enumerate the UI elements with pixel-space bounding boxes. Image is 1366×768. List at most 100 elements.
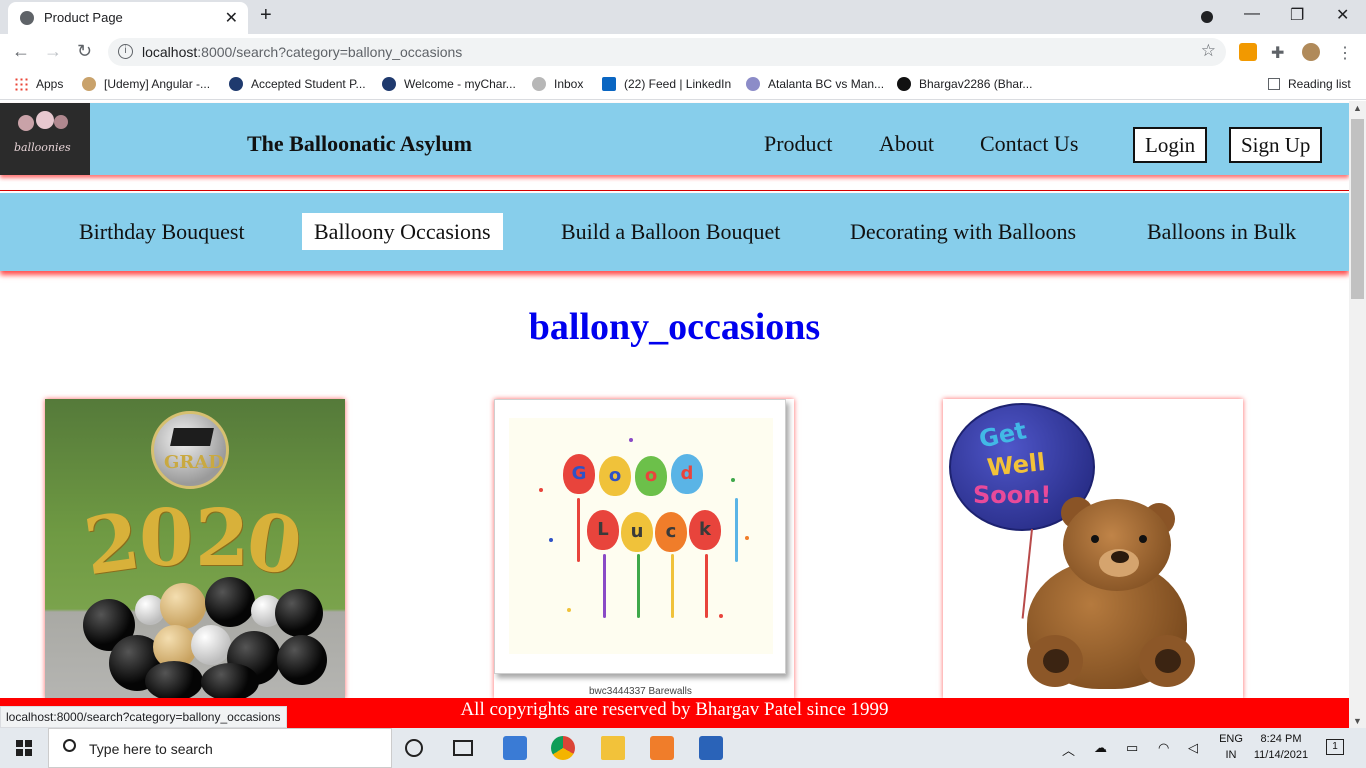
balloon-black <box>275 589 323 637</box>
extensions-puzzle-icon[interactable]: ✚ <box>1271 43 1289 62</box>
signup-button[interactable]: Sign Up <box>1229 127 1323 163</box>
page-scrollbar[interactable]: ▲ ▼ <box>1349 101 1366 728</box>
reload-icon[interactable]: ↻ <box>77 41 92 62</box>
category-build-a-balloon-bouquet[interactable]: Build a Balloon Bouquet <box>561 213 780 250</box>
back-icon[interactable]: ← <box>12 41 30 62</box>
clock-date[interactable]: 11/14/2021 <box>1250 749 1312 761</box>
bookmark-apps[interactable]: Apps <box>14 77 63 91</box>
close-tab-icon[interactable]: ✕ <box>225 8 238 28</box>
letter-balloon: d <box>671 454 703 494</box>
scroll-up-icon[interactable]: ▲ <box>1353 103 1362 113</box>
category-decorating-with-balloons[interactable]: Decorating with Balloons <box>850 213 1076 250</box>
paw-pad <box>1043 649 1069 673</box>
logo-balloon-icon <box>54 115 68 129</box>
site-header: balloonies The Balloonatic Asylum Produc… <box>0 103 1349 175</box>
balloon-black <box>205 577 255 627</box>
linkedin-icon <box>602 77 616 91</box>
powershell-icon[interactable] <box>699 736 723 760</box>
product-card-good-luck[interactable]: G o o d L u c k bwc3444337 Barewalls <box>494 399 794 699</box>
paw-pad <box>1155 649 1181 673</box>
streamer <box>577 498 580 562</box>
confetti <box>731 478 735 482</box>
bookmark-label: Inbox <box>554 77 584 91</box>
restore-icon[interactable]: ❐ <box>1290 5 1304 25</box>
streamer <box>603 554 606 618</box>
balloon-black <box>201 663 259 699</box>
category-heading: ballony_occasions <box>528 306 821 348</box>
browser-tab[interactable]: Product Page ✕ <box>8 2 248 34</box>
bookmark-star-icon[interactable]: ☆ <box>1201 41 1216 61</box>
udemy-icon <box>82 77 96 91</box>
seal-icon <box>382 77 396 91</box>
profile-avatar[interactable] <box>1302 43 1320 61</box>
bookmark-inbox[interactable]: Inbox <box>532 77 583 91</box>
reading-list-icon <box>1268 78 1280 90</box>
new-tab-icon[interactable]: + <box>260 4 272 27</box>
forward-icon[interactable]: → <box>44 41 62 62</box>
search-icon <box>63 739 76 752</box>
language-bottom[interactable]: IN <box>1218 749 1244 761</box>
profile-menu-icon[interactable] <box>1201 11 1213 23</box>
category-balloony-occasions[interactable]: Balloony Occasions <box>302 213 503 250</box>
reading-list-button[interactable]: Reading list <box>1268 77 1351 91</box>
wifi-icon[interactable]: ◠ <box>1158 740 1169 756</box>
volume-icon[interactable]: ◁ <box>1188 740 1198 756</box>
cortana-icon[interactable] <box>405 739 423 757</box>
bookmark-atalanta[interactable]: Atalanta BC vs Man... <box>746 77 884 91</box>
logo-balloon-icon <box>18 115 34 131</box>
site-logo[interactable]: balloonies <box>0 103 90 175</box>
extension-icon[interactable] <box>1239 43 1257 61</box>
streamer <box>671 554 674 618</box>
bookmark-label: Welcome - myChar... <box>404 77 516 91</box>
notifications-icon[interactable]: 1 <box>1326 739 1344 755</box>
grad-cap-icon <box>170 428 214 446</box>
category-birthday-bouquest[interactable]: Birthday Bouquest <box>79 213 245 250</box>
onedrive-icon[interactable]: ☁ <box>1094 740 1107 756</box>
scroll-thumb[interactable] <box>1351 119 1364 299</box>
xampp-icon[interactable] <box>650 736 674 760</box>
football-icon <box>746 77 760 91</box>
product-card-get-well[interactable]: Get Well Soon! <box>943 399 1243 699</box>
nav-contact-us[interactable]: Contact Us <box>980 131 1078 157</box>
nav-product[interactable]: Product <box>764 131 832 157</box>
letter-balloon: u <box>621 512 653 552</box>
bookmark-udemy[interactable]: [Udemy] Angular -... <box>82 77 210 91</box>
pc-app-icon[interactable] <box>503 736 527 760</box>
site-info-icon[interactable]: i <box>118 44 133 59</box>
balloon-black <box>145 661 203 699</box>
apps-grid-icon <box>14 77 28 91</box>
category-balloons-in-bulk[interactable]: Balloons in Bulk <box>1147 213 1296 250</box>
bookmark-linkedin[interactable]: (22) Feed | LinkedIn <box>602 77 731 91</box>
menu-kebab-icon[interactable]: ⋮ <box>1336 43 1354 62</box>
grad-text: GRAD <box>164 452 224 473</box>
minimize-icon[interactable]: — <box>1244 5 1260 23</box>
scroll-down-icon[interactable]: ▼ <box>1353 716 1362 726</box>
tray-chevron-icon[interactable]: ︿ <box>1062 740 1075 759</box>
chrome-icon[interactable] <box>551 736 575 760</box>
address-bar[interactable]: i localhost:8000/search?category=ballony… <box>108 38 1226 66</box>
bookmark-github[interactable]: Bhargav2286 (Bhar... <box>897 77 1032 91</box>
mail-icon <box>532 77 546 91</box>
nav-about[interactable]: About <box>879 131 934 157</box>
tab-title: Product Page <box>44 10 123 25</box>
windows-taskbar: Type here to search ︿ ☁ ▭ ◠ ◁ ENG IN 8:2… <box>0 728 1366 768</box>
bookmark-label: (22) Feed | LinkedIn <box>624 77 732 91</box>
product-image: G o o d L u c k <box>509 418 773 654</box>
task-view-icon[interactable] <box>453 740 473 756</box>
bookmark-accepted-student[interactable]: Accepted Student P... <box>229 77 366 91</box>
digit-balloon: 0 <box>139 493 194 584</box>
login-button[interactable]: Login <box>1133 127 1208 163</box>
confetti <box>719 614 723 618</box>
battery-icon[interactable]: ▭ <box>1126 740 1138 756</box>
confetti <box>629 438 633 442</box>
taskbar-search[interactable]: Type here to search <box>48 728 392 768</box>
bear-paw <box>1139 635 1195 687</box>
clock-time[interactable]: 8:24 PM <box>1250 733 1312 745</box>
product-card-graduation[interactable]: GRAD 2 0 2 0 <box>45 399 345 699</box>
language-top[interactable]: ENG <box>1218 733 1244 745</box>
file-explorer-icon[interactable] <box>601 736 625 760</box>
bookmark-mycharger[interactable]: Welcome - myChar... <box>382 77 516 91</box>
close-window-icon[interactable]: ✕ <box>1336 5 1349 25</box>
windows-start-icon[interactable] <box>16 740 32 756</box>
bear-nose <box>1111 551 1129 563</box>
